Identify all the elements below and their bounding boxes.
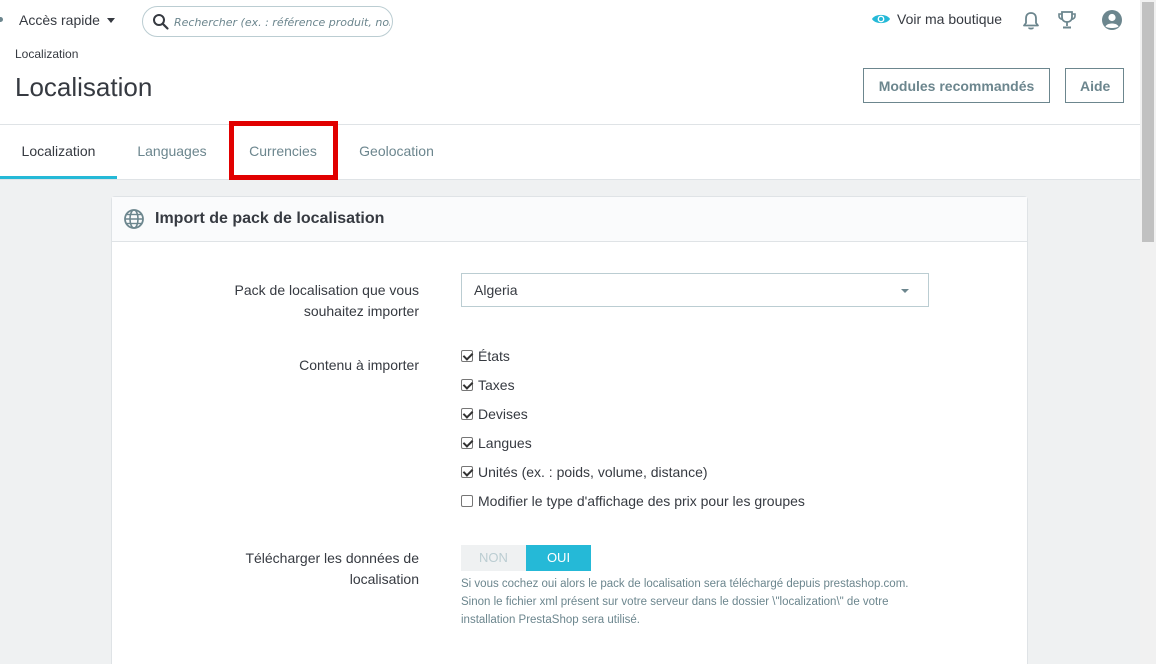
page-header: Localization Localisation Modules recomm… — [0, 42, 1140, 125]
user-account-icon[interactable] — [1101, 9, 1123, 31]
view-shop-link[interactable]: Voir ma boutique — [871, 11, 1002, 27]
eye-icon — [872, 14, 890, 24]
download-help-text: Si vous cochez oui alors le pack de loca… — [461, 578, 909, 626]
breadcrumb[interactable]: Localization — [15, 47, 78, 61]
quick-access-label: Accès rapide — [19, 12, 100, 28]
page-title: Localisation — [15, 72, 153, 102]
quick-access-dropdown[interactable]: Accès rapide — [19, 12, 115, 28]
pack-select-value: Algeria — [474, 282, 518, 298]
checkbox-checked[interactable] — [461, 379, 473, 391]
checkbox-checked[interactable] — [461, 350, 473, 362]
download-switch[interactable]: NON OUI — [461, 545, 591, 571]
bell-icon[interactable] — [1022, 11, 1040, 31]
search-box[interactable] — [142, 6, 393, 37]
switch-option-non[interactable]: NON — [461, 545, 526, 571]
checkbox-unchecked[interactable] — [461, 495, 473, 507]
checkbox-languages[interactable]: Langues — [461, 435, 532, 451]
top-bar: Accès rapide Voir ma boutique — [0, 0, 1140, 42]
checkbox-currencies[interactable]: Devises — [461, 406, 528, 422]
trophy-icon[interactable] — [1057, 10, 1077, 30]
globe-icon — [124, 209, 144, 229]
checkbox-taxes[interactable]: Taxes — [461, 377, 515, 393]
view-shop-label: Voir ma boutique — [897, 11, 1003, 27]
tab-geolocation[interactable]: Geolocation — [344, 125, 449, 179]
checkbox-states[interactable]: États — [461, 348, 510, 364]
localization-pack-panel: Import de pack de localisation Pack de l… — [111, 196, 1028, 664]
checkbox-label: Taxes — [478, 377, 515, 393]
scrollbar-thumb[interactable] — [1142, 2, 1154, 242]
switch-option-oui[interactable]: OUI — [526, 545, 591, 571]
checkbox-label: Langues — [478, 435, 532, 451]
recommended-modules-button[interactable]: Modules recommandés — [863, 68, 1050, 103]
content-label: Contenu à importer — [299, 357, 419, 373]
search-input[interactable] — [174, 13, 390, 31]
pack-label: Pack de localisation que vous souhaitez … — [234, 282, 419, 319]
caret-down-icon — [901, 289, 909, 293]
pack-select[interactable]: Algeria — [461, 273, 929, 307]
tab-languages[interactable]: Languages — [120, 125, 224, 179]
checkbox-label: Unités (ex. : poids, volume, distance) — [478, 464, 708, 480]
caret-down-icon — [106, 18, 115, 23]
checkbox-checked[interactable] — [461, 437, 473, 449]
tab-currencies[interactable]: Currencies — [234, 125, 332, 179]
help-button[interactable]: Aide — [1065, 68, 1124, 103]
search-icon — [153, 14, 169, 30]
checkbox-units[interactable]: Unités (ex. : poids, volume, distance) — [461, 464, 708, 480]
checkbox-label: Modifier le type d'affichage des prix po… — [478, 493, 805, 509]
panel-title: Import de pack de localisation — [155, 210, 385, 227]
tab-bar: Localization Languages Currencies Geoloc… — [0, 125, 1140, 180]
checkbox-label: États — [478, 348, 510, 364]
checkbox-checked[interactable] — [461, 466, 473, 478]
panel-header: Import de pack de localisation — [112, 197, 1027, 242]
page-scrollbar[interactable] — [1140, 0, 1156, 664]
tab-localization[interactable]: Localization — [0, 125, 117, 179]
checkbox-price-display[interactable]: Modifier le type d'affichage des prix po… — [461, 493, 805, 509]
download-label: Télécharger les données de localisation — [245, 550, 419, 587]
checkbox-label: Devises — [478, 406, 528, 422]
menu-edge-indicator — [0, 17, 3, 22]
checkbox-checked[interactable] — [461, 408, 473, 420]
